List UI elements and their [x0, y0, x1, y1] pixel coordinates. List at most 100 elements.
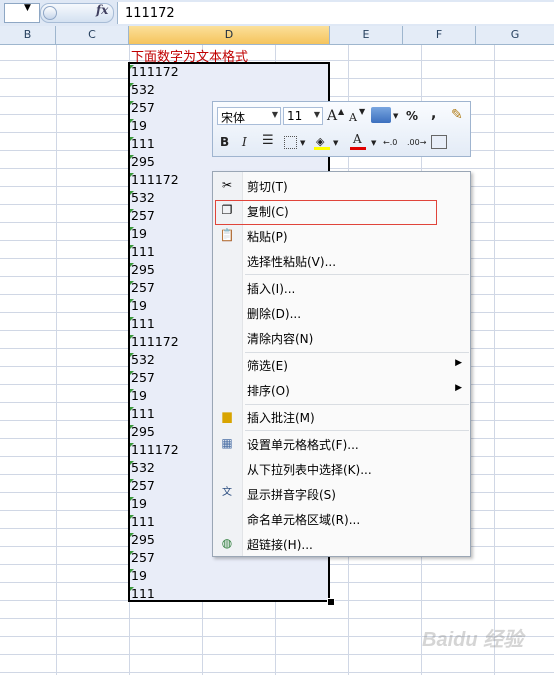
copy-highlight-box	[215, 200, 437, 225]
cell-value[interactable]: 111	[131, 244, 155, 259]
cell-value[interactable]: 532	[131, 82, 155, 97]
cell-value[interactable]: 19	[131, 568, 147, 583]
column-header-bar: B C D E F G	[0, 26, 554, 45]
cell-value[interactable]: 257	[131, 370, 155, 385]
scroll-knob[interactable]	[43, 6, 57, 20]
decrease-decimal-button[interactable]: .00→	[407, 135, 426, 151]
grow-font-button[interactable]: A	[327, 108, 337, 124]
menu-item-filter[interactable]: 筛选(E) ▶	[213, 353, 470, 377]
bold-button[interactable]: B	[220, 134, 229, 150]
chevron-down-icon[interactable]: ▼	[393, 108, 398, 124]
menu-item-format-cells[interactable]: ▦ 设置单元格格式(F)...	[213, 432, 470, 456]
chevron-down-icon[interactable]: ▼	[300, 135, 305, 151]
scissors-icon: ✂	[221, 178, 233, 192]
column-header-f[interactable]: F	[403, 26, 476, 44]
chevron-down-icon[interactable]: ▼	[333, 135, 338, 151]
column-header-b[interactable]: B	[0, 26, 56, 44]
increase-decimal-button[interactable]: ←.0	[383, 135, 397, 151]
chevron-down-icon[interactable]: ▼	[371, 135, 376, 151]
cell-value[interactable]: 19	[131, 496, 147, 511]
cell-value[interactable]: 19	[131, 118, 147, 133]
menu-item-label: 筛选(E)	[247, 359, 288, 373]
column-header-d[interactable]: D	[129, 26, 330, 44]
menu-item-pick-from-list[interactable]: 从下拉列表中选择(K)...	[213, 457, 470, 481]
font-color-letter: A	[353, 132, 362, 146]
cell-value[interactable]: 111	[131, 514, 155, 529]
menu-item-show-phonetic[interactable]: 文 显示拼音字段(S)	[213, 482, 470, 506]
cell-value[interactable]: 111	[131, 316, 155, 331]
cell-value[interactable]: 19	[131, 298, 147, 313]
cell-value[interactable]: 295	[131, 424, 155, 439]
menu-item-sort[interactable]: 排序(O) ▶	[213, 378, 470, 402]
column-header-g[interactable]: G	[476, 26, 554, 44]
cell-value[interactable]: 295	[131, 262, 155, 277]
menu-item-insert[interactable]: 插入(I)...	[213, 276, 470, 300]
cell-value[interactable]: 111	[131, 586, 155, 601]
font-size-select[interactable]: 11 ▼	[283, 107, 323, 125]
cell-value[interactable]: 257	[131, 280, 155, 295]
fill-color-icon[interactable]: ◈	[314, 133, 330, 151]
cell-value[interactable]: 111172	[131, 64, 179, 79]
menu-item-hyperlink[interactable]: ◍ 超链接(H)...	[213, 532, 470, 556]
cell-value[interactable]: 257	[131, 208, 155, 223]
merge-center-icon[interactable]	[431, 135, 447, 149]
menu-separator	[245, 430, 469, 431]
name-box[interactable]	[4, 3, 40, 23]
fill-handle[interactable]	[327, 598, 335, 606]
cell-value[interactable]: 295	[131, 154, 155, 169]
cell-value[interactable]: 257	[131, 478, 155, 493]
cell-value[interactable]: 111172	[131, 442, 179, 457]
cell-value[interactable]: 111	[131, 406, 155, 421]
menu-item-label: 从下拉列表中选择(K)...	[247, 463, 372, 477]
context-menu: ✂ 剪切(T) ❐ 复制(C) 📋 粘贴(P) 选择性粘贴(V)... 插入(I…	[212, 171, 471, 557]
mini-toolbar: 宋体 ▼ 11 ▼ A ▲ A ▼ ▼ % , ✎ B I ☰ ▼ ◈ ▼ A …	[212, 101, 471, 157]
cell-value[interactable]: 111	[131, 136, 155, 151]
menu-item-label: 超链接(H)...	[247, 538, 313, 552]
chevron-down-icon[interactable]: ▼	[24, 3, 31, 13]
menu-item-cut[interactable]: ✂ 剪切(T)	[213, 174, 470, 198]
grow-font-arrow-icon: ▲	[338, 107, 345, 116]
menu-item-label: 命名单元格区域(R)...	[247, 513, 361, 527]
format-painter-icon[interactable]: ✎	[451, 107, 463, 123]
cell-value[interactable]: 19	[131, 226, 147, 241]
menu-item-label: 清除内容(N)	[247, 332, 314, 346]
hyperlink-icon: ◍	[221, 536, 233, 550]
comment-icon: ▆	[222, 409, 232, 423]
column-header-e[interactable]: E	[330, 26, 403, 44]
phonetic-icon: 文	[222, 487, 232, 498]
borders-icon[interactable]	[284, 136, 297, 149]
cell-value[interactable]: 532	[131, 460, 155, 475]
menu-item-paste[interactable]: 📋 粘贴(P)	[213, 224, 470, 248]
cell-value[interactable]: 295	[131, 532, 155, 547]
menu-item-paste-special[interactable]: 选择性粘贴(V)...	[213, 249, 470, 273]
cell-value[interactable]: 19	[131, 388, 147, 403]
cell-value[interactable]: 111172	[131, 334, 179, 349]
cell-value[interactable]: 257	[131, 550, 155, 565]
menu-item-insert-comment[interactable]: ▆ 插入批注(M)	[213, 405, 470, 429]
formula-input[interactable]: 111172	[117, 2, 554, 24]
font-color-icon[interactable]: A	[350, 132, 366, 150]
italic-button[interactable]: I	[242, 134, 247, 150]
font-name-select[interactable]: 宋体 ▼	[217, 107, 281, 125]
menu-item-label: 粘贴(P)	[247, 230, 288, 244]
menu-item-define-name[interactable]: 命名单元格区域(R)...	[213, 507, 470, 531]
fill-color-swatch	[314, 147, 330, 150]
cell-value[interactable]: 532	[131, 352, 155, 367]
chevron-right-icon: ▶	[455, 358, 462, 368]
cell-value[interactable]: 532	[131, 190, 155, 205]
percent-style-button[interactable]: %	[406, 108, 418, 124]
font-name-value: 宋体	[221, 111, 246, 125]
cell-value[interactable]: 257	[131, 100, 155, 115]
column-header-c[interactable]: C	[56, 26, 129, 44]
center-align-icon[interactable]: ☰	[262, 133, 274, 149]
menu-item-delete[interactable]: 删除(D)...	[213, 301, 470, 325]
chevron-right-icon: ▶	[455, 383, 462, 393]
chevron-down-icon: ▼	[313, 110, 320, 119]
shrink-font-button[interactable]: A	[349, 110, 357, 126]
format-cells-icon: ▦	[221, 436, 233, 450]
insert-function-icon[interactable]: fx	[96, 3, 108, 17]
cell-value[interactable]: 111172	[131, 172, 179, 187]
accounting-format-icon[interactable]	[371, 107, 391, 123]
menu-item-clear-contents[interactable]: 清除内容(N)	[213, 326, 470, 350]
comma-style-button[interactable]: ,	[431, 106, 436, 122]
